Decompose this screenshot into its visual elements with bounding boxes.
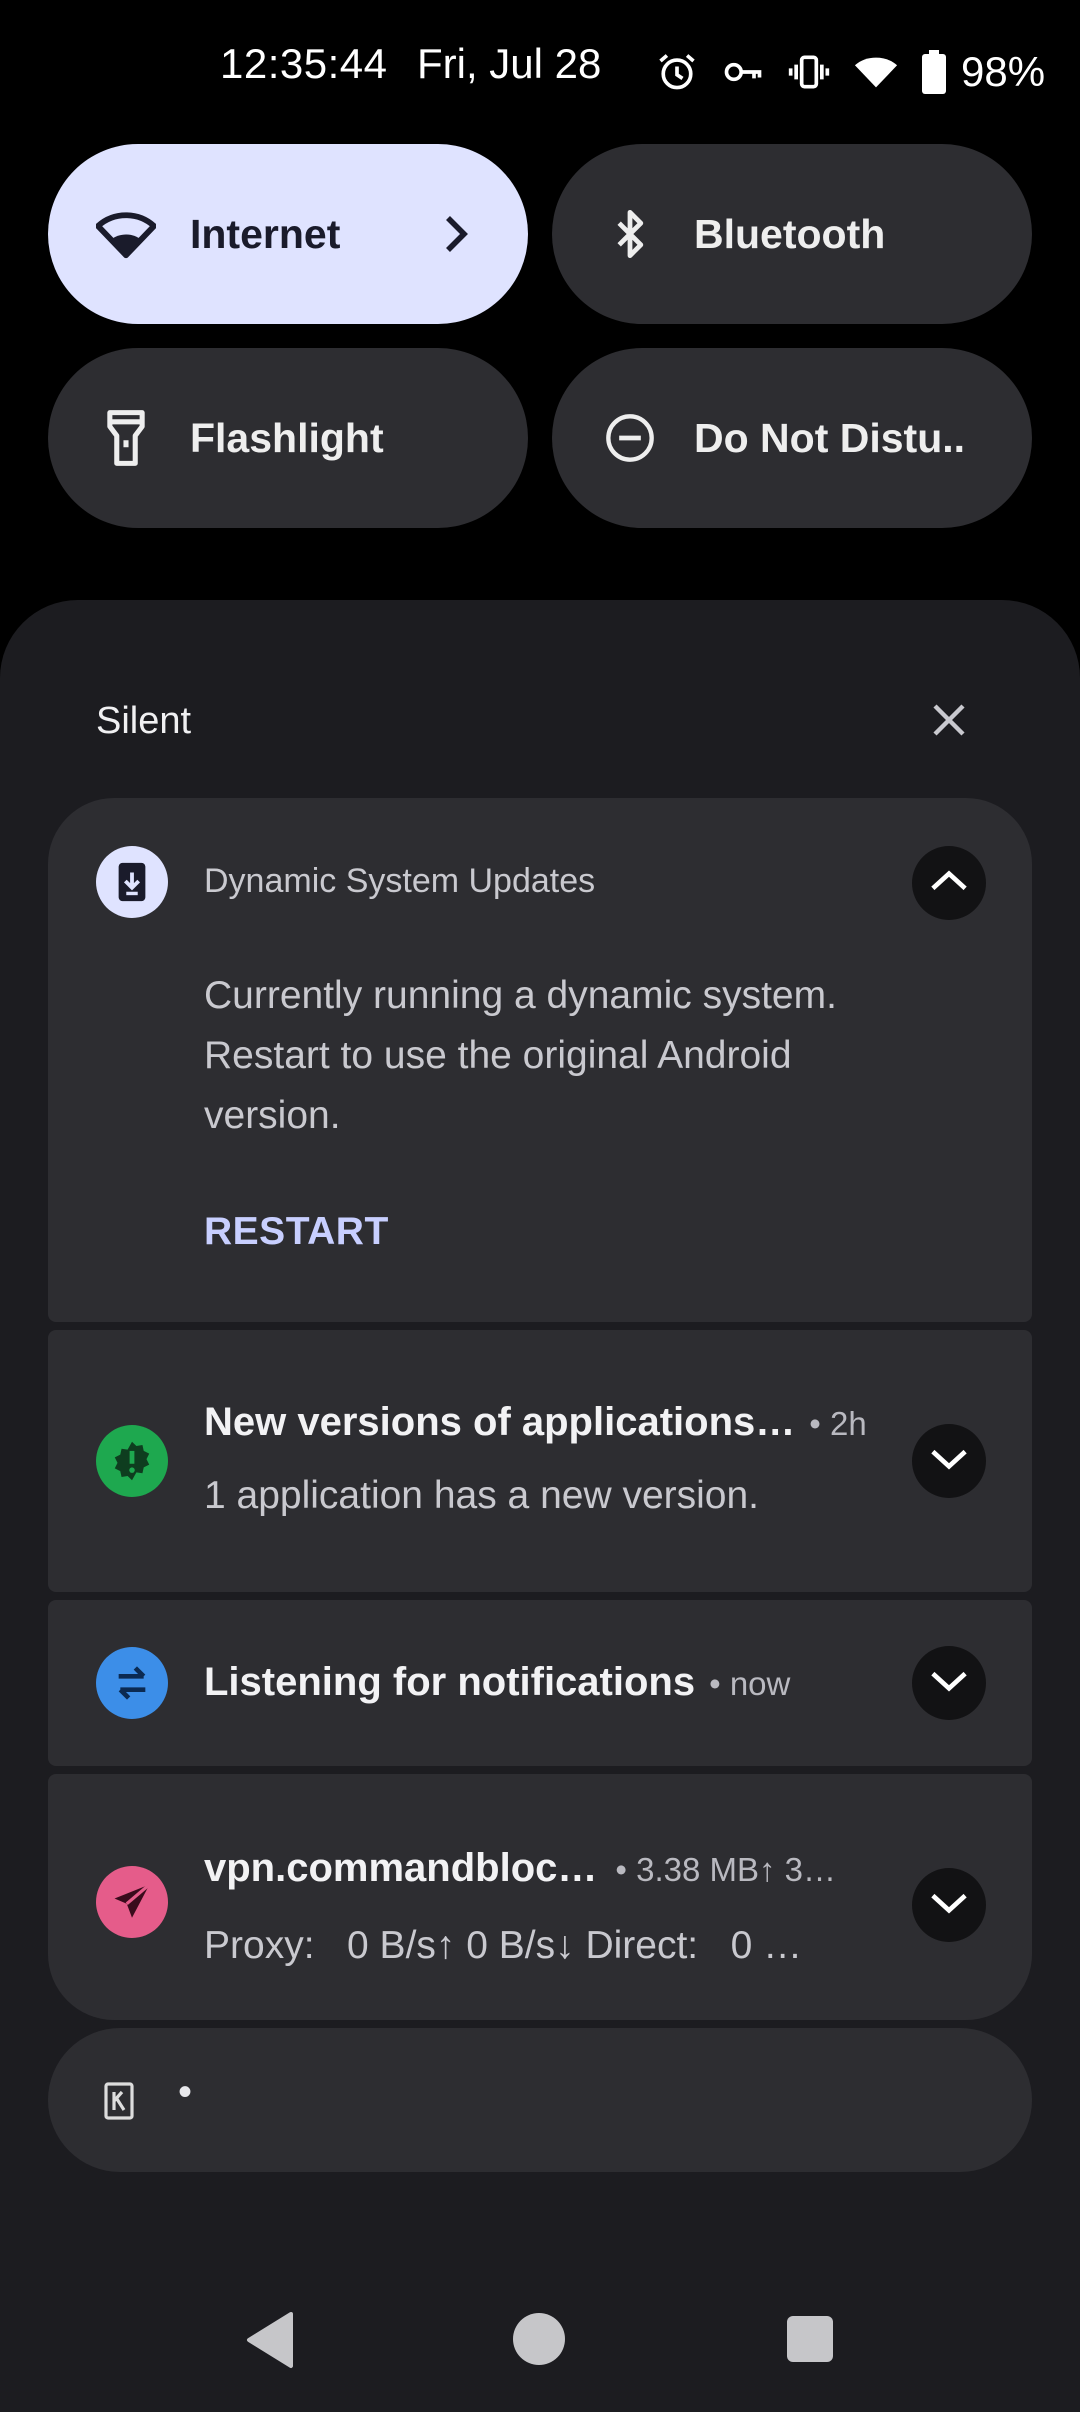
section-header-silent: Silent bbox=[96, 700, 192, 742]
chevron-down-icon bbox=[927, 1444, 971, 1479]
notification-new-versions[interactable]: New versions of applications… • 2h 1 app… bbox=[48, 1330, 1032, 1592]
battery-icon bbox=[921, 50, 947, 94]
flashlight-icon bbox=[96, 408, 156, 468]
tile-flashlight-label: Flashlight bbox=[190, 414, 384, 461]
swap-arrows-icon bbox=[96, 1647, 168, 1719]
system-update-icon bbox=[96, 846, 168, 918]
app-square-icon bbox=[104, 2082, 134, 2125]
back-triangle-icon bbox=[243, 2312, 295, 2374]
notification-meta: • 3.38 MB↑ 3… bbox=[615, 1851, 837, 1888]
chevron-down-icon bbox=[927, 1888, 971, 1923]
collapsed-notification-row[interactable]: • bbox=[48, 2028, 1032, 2172]
do-not-disturb-icon bbox=[600, 408, 660, 468]
alarm-icon bbox=[655, 50, 699, 94]
wifi-icon bbox=[853, 49, 899, 95]
battery-percent: 98% bbox=[961, 48, 1046, 95]
overflow-dot: • bbox=[178, 2070, 193, 2114]
bluetooth-icon bbox=[600, 204, 660, 264]
tile-do-not-disturb[interactable]: Do Not Distu.. bbox=[552, 348, 1032, 528]
notification-text: Proxy: 0 B/s↑ 0 B/s↓ Direct: 0 … bbox=[204, 1924, 803, 1967]
tile-bluetooth-label: Bluetooth bbox=[694, 210, 886, 257]
notification-text: 1 application has a new version. bbox=[204, 1474, 760, 1517]
vibrate-icon bbox=[787, 50, 831, 94]
tile-bluetooth[interactable]: Bluetooth bbox=[552, 144, 1032, 324]
notification-body: Currently running a dynamic system. Rest… bbox=[204, 974, 837, 1137]
notification-vpn[interactable]: vpn.commandbloc… • 3.38 MB↑ 3… Proxy: 0 … bbox=[48, 1774, 1032, 2020]
expand-button[interactable] bbox=[912, 1868, 986, 1942]
notification-title: vpn.commandbloc… bbox=[204, 1846, 598, 1890]
restart-button[interactable]: RESTART bbox=[204, 1210, 389, 1254]
notification-dynamic-system[interactable]: Dynamic System Updates Currently running… bbox=[48, 798, 1032, 1322]
expand-button[interactable] bbox=[912, 1424, 986, 1498]
home-button[interactable] bbox=[513, 2313, 565, 2365]
status-date: Fri, Jul 28 bbox=[417, 40, 602, 87]
notification-time: • now bbox=[709, 1665, 791, 1702]
notification-listening[interactable]: Listening for notifications • now bbox=[48, 1600, 1032, 1766]
notification-title: Listening for notifications bbox=[204, 1660, 696, 1704]
notification-time: • 2h bbox=[809, 1405, 867, 1442]
chevron-right-icon bbox=[436, 206, 476, 267]
back-button[interactable] bbox=[243, 2310, 295, 2375]
chevron-up-icon bbox=[927, 866, 971, 901]
chevron-down-icon bbox=[927, 1666, 971, 1701]
vpn-key-icon bbox=[721, 50, 765, 94]
tile-flashlight[interactable]: Flashlight bbox=[48, 348, 528, 528]
expand-button[interactable] bbox=[912, 1646, 986, 1720]
alert-gear-icon bbox=[96, 1425, 168, 1497]
app-name: Dynamic System Updates bbox=[204, 862, 596, 900]
recents-button[interactable] bbox=[787, 2316, 833, 2362]
tile-internet-label: Internet bbox=[190, 210, 341, 257]
wifi-icon bbox=[96, 204, 156, 264]
close-icon[interactable] bbox=[925, 696, 973, 744]
tile-internet[interactable]: Internet bbox=[48, 144, 528, 324]
collapse-button[interactable] bbox=[912, 846, 986, 920]
send-icon bbox=[96, 1866, 168, 1938]
notification-title: New versions of applications… bbox=[204, 1400, 796, 1444]
status-time: 12:35:44 bbox=[220, 40, 388, 87]
status-icons: 98% bbox=[655, 44, 1045, 100]
tile-dnd-label: Do Not Distu.. bbox=[694, 414, 966, 461]
